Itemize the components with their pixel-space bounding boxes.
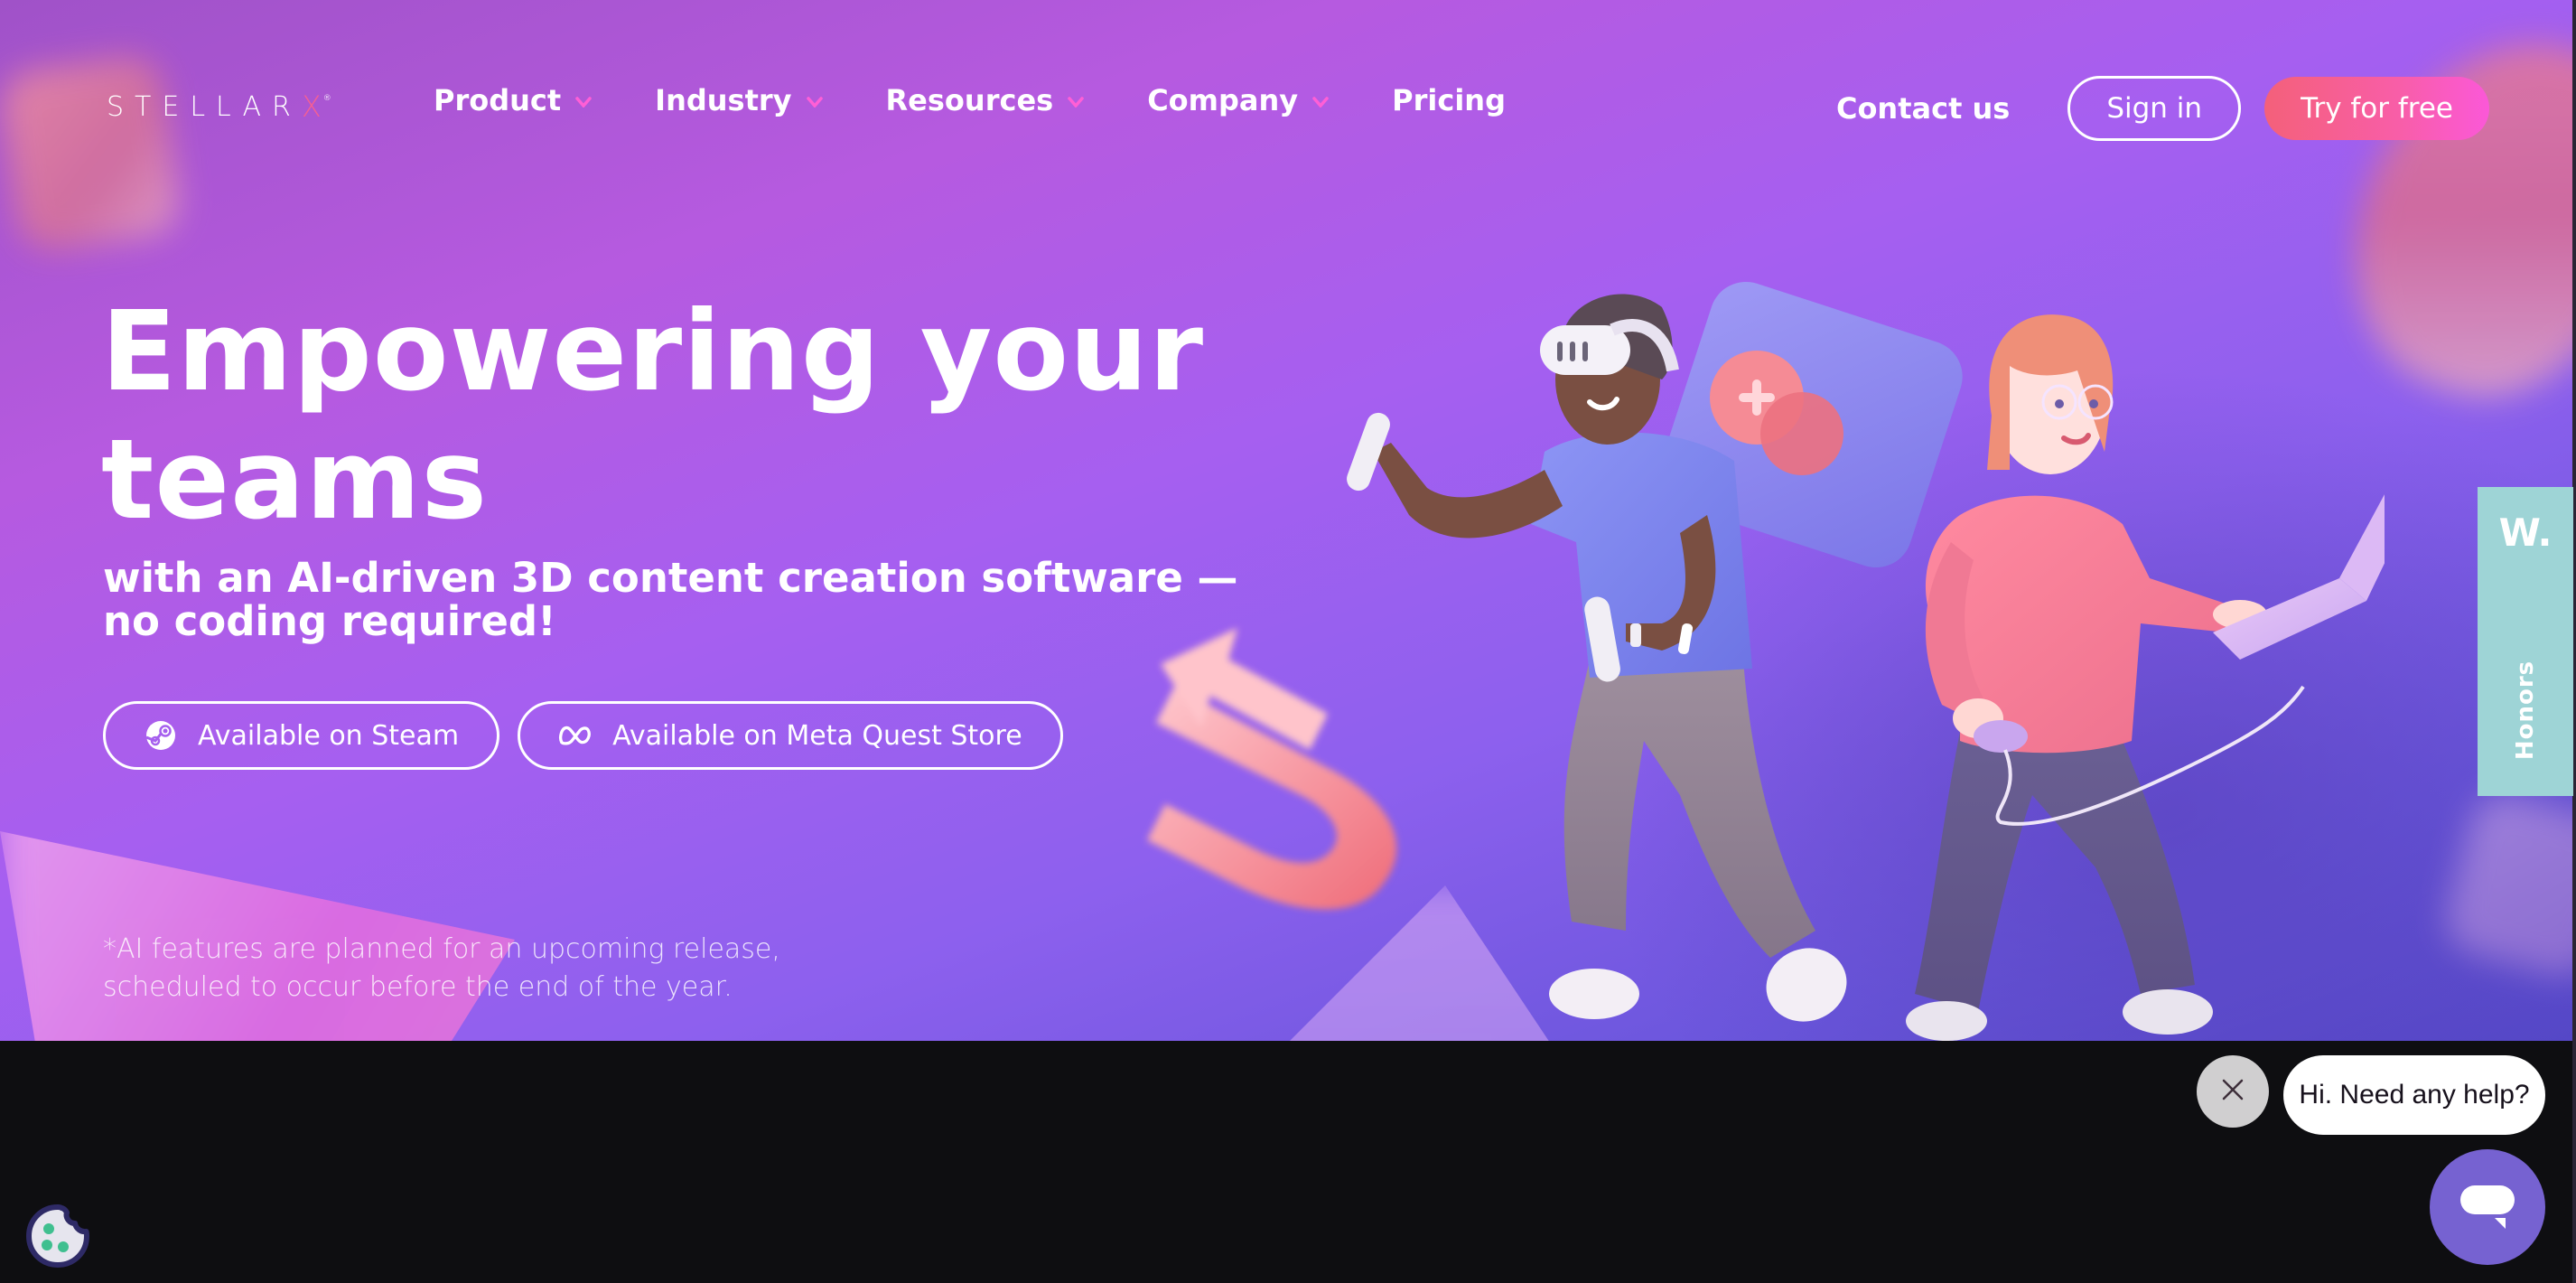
sign-in-button[interactable]: Sign in [2067,76,2242,141]
disclaimer-line-1: *AI features are planned for an upcoming… [103,933,780,965]
chat-greeting-bubble[interactable]: Hi. Need any help? [2283,1055,2545,1135]
contact-us-link[interactable]: Contact us [1836,91,2010,126]
nav-product[interactable]: Product [434,83,592,117]
ai-features-disclaimer: *AI features are planned for an upcoming… [103,931,916,1007]
laptop-user-figure [1906,314,2385,1041]
logo-x-mark: X [301,89,322,124]
nav-pricing[interactable]: Pricing [1392,83,1506,117]
main-nav: Product Industry Resources Company Prici… [434,83,1569,117]
nav-resources[interactable]: Resources [886,83,1085,117]
chat-close-button[interactable] [2197,1055,2269,1128]
decorative-cube [0,52,184,255]
nav-company[interactable]: Company [1147,83,1329,117]
steam-button-label: Available on Steam [198,719,460,752]
nav-actions: Contact us Sign in Try for free [1836,76,2489,141]
cookie-settings-button[interactable] [22,1200,94,1272]
hero-illustration [1147,281,2385,1041]
honors-logo: W. [2498,510,2553,555]
store-buttons: Available on Steam Available on Meta Que… [103,701,1081,770]
u-turn-arrow-shape [1147,628,1397,910]
honors-label: Honors [2512,660,2540,761]
nav-product-label: Product [434,83,562,117]
chevron-down-icon [1068,97,1084,108]
steam-icon [144,718,178,753]
decorative-cube-right [2438,787,2572,984]
chevron-down-icon [806,97,823,108]
nav-company-label: Company [1147,83,1299,117]
disclaimer-line-2: scheduled to occur before the end of the… [103,971,733,1003]
meta-button-label: Available on Meta Quest Store [612,719,1022,752]
nav-industry-label: Industry [655,83,792,117]
cookie-icon [22,1204,94,1276]
close-icon [2221,1078,2245,1105]
logo-registered: ® [322,94,331,103]
meta-icon [558,718,593,753]
chevron-down-icon [575,97,592,108]
stellarx-logo[interactable]: STELLAR X ® [107,89,331,124]
chat-bubble-icon [2459,1182,2516,1232]
nav-industry[interactable]: Industry [655,83,823,117]
meta-quest-store-button[interactable]: Available on Meta Quest Store [518,701,1063,770]
nav-pricing-label: Pricing [1392,83,1506,117]
hero-section: STELLAR X ® Product Industry Resources C… [0,0,2572,1041]
chat-launcher-button[interactable] [2430,1149,2545,1265]
honors-badge[interactable]: W. Honors [2478,487,2573,796]
try-for-free-button[interactable]: Try for free [2264,77,2489,140]
chevron-down-icon [1312,97,1329,108]
logo-wordmark: STELLAR [107,90,302,123]
steam-store-button[interactable]: Available on Steam [103,701,500,770]
nav-resources-label: Resources [885,83,1054,117]
